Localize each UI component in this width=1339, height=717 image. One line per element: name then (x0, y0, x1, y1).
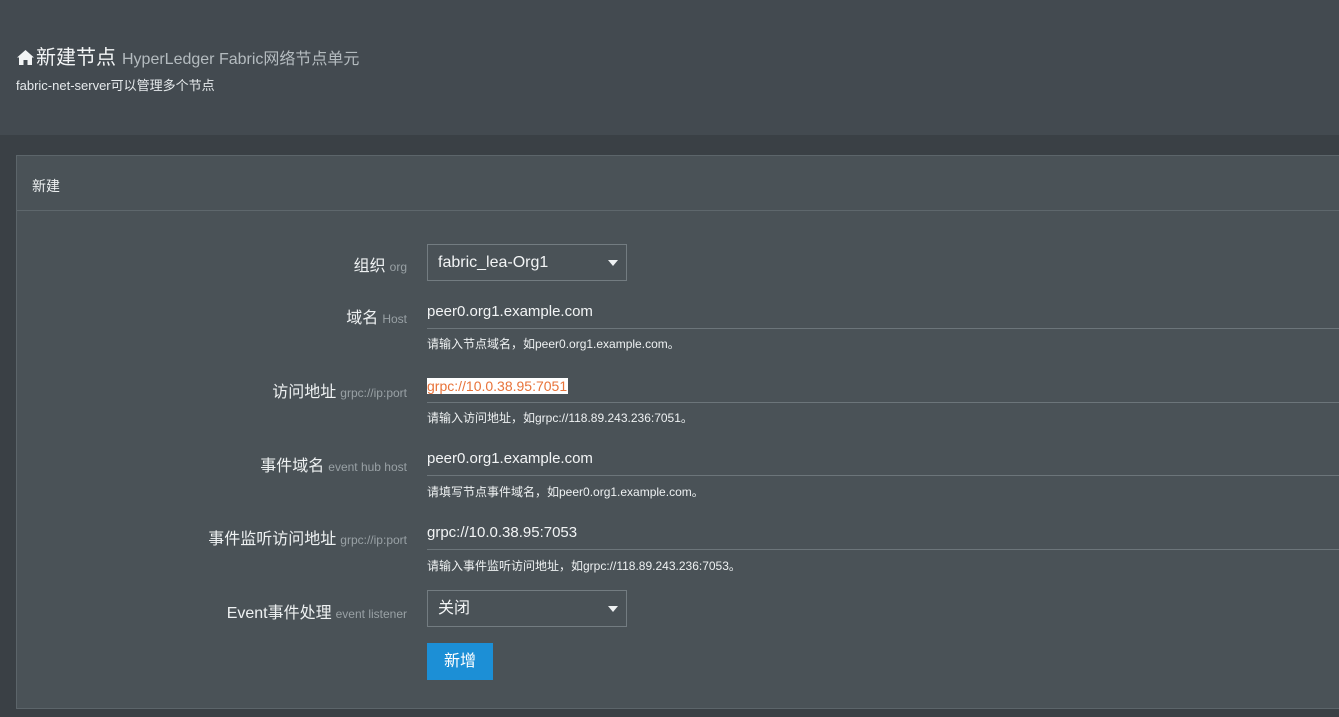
page-header: 新建节点 HyperLedger Fabric网络节点单元 fabric-net… (0, 0, 1339, 135)
org-label-text: 组织 (353, 258, 386, 275)
location-label-text: 访问地址 (272, 384, 337, 401)
host-input[interactable]: peer0.org1.example.com (427, 301, 1339, 329)
location-input[interactable]: grpc://10.0.38.95:7051 (427, 375, 1339, 403)
event-listener-label-text: Event事件处理 (226, 605, 332, 622)
location-hint: grpc://ip:port (340, 386, 407, 400)
org-select[interactable]: fabric_lea-Org1 (427, 244, 627, 281)
event-listener-select-value: 关闭 (438, 600, 471, 617)
host-help: 请输入节点域名，如peer0.org1.example.com。 (427, 337, 680, 351)
panel-title: 新建 (32, 178, 60, 194)
new-node-panel: 新建 组织 org fabric_lea-Org1 域名 Host peer0.or… (16, 155, 1339, 709)
home-icon (17, 50, 34, 65)
org-hint: org (389, 260, 407, 274)
event-listener-label: Event事件处理 event listener (227, 599, 407, 623)
event-host-label-text: 事件域名 (260, 458, 325, 475)
event-host-label: 事件域名 event hub host (260, 452, 407, 476)
chevron-down-icon (608, 260, 618, 266)
event-location-help: 请输入事件监听访问地址，如grpc://118.89.243.236:7053。 (427, 559, 741, 573)
add-button[interactable]: 新增 (427, 643, 493, 680)
event-location-hint: grpc://ip:port (340, 533, 407, 547)
event-host-hint: event hub host (328, 460, 407, 474)
page-title: 新建节点 HyperLedger Fabric网络节点单元 (16, 41, 359, 70)
event-listener-select[interactable]: 关闭 (427, 590, 627, 627)
page-subtitle: HyperLedger Fabric网络节点单元 (122, 51, 360, 68)
host-label: 域名 Host (346, 304, 407, 328)
location-input-value: grpc://10.0.38.95:7051 (427, 378, 569, 394)
org-select-value: fabric_lea-Org1 (438, 254, 549, 271)
event-host-help: 请填写节点事件域名，如peer0.org1.example.com。 (427, 485, 704, 499)
host-label-text: 域名 (346, 310, 379, 327)
event-location-label: 事件监听访问地址 grpc://ip:port (208, 525, 407, 549)
chevron-down-icon (608, 606, 618, 612)
org-label: 组织 org (354, 252, 407, 276)
location-label: 访问地址 grpc://ip:port (272, 378, 407, 402)
panel-heading: 新建 (17, 156, 1339, 211)
event-host-input[interactable]: peer0.org1.example.com (427, 448, 1339, 476)
host-hint: Host (382, 312, 407, 326)
event-location-input[interactable]: grpc://10.0.38.95:7053 (427, 522, 1339, 550)
location-help: 请输入访问地址，如grpc://118.89.243.236:7051。 (427, 411, 693, 425)
event-location-label-text: 事件监听访问地址 (208, 531, 337, 548)
page-description: fabric-net-server可以管理多个节点 (16, 78, 215, 93)
event-listener-hint: event listener (335, 607, 407, 621)
page-title-text: 新建节点 (36, 47, 116, 69)
